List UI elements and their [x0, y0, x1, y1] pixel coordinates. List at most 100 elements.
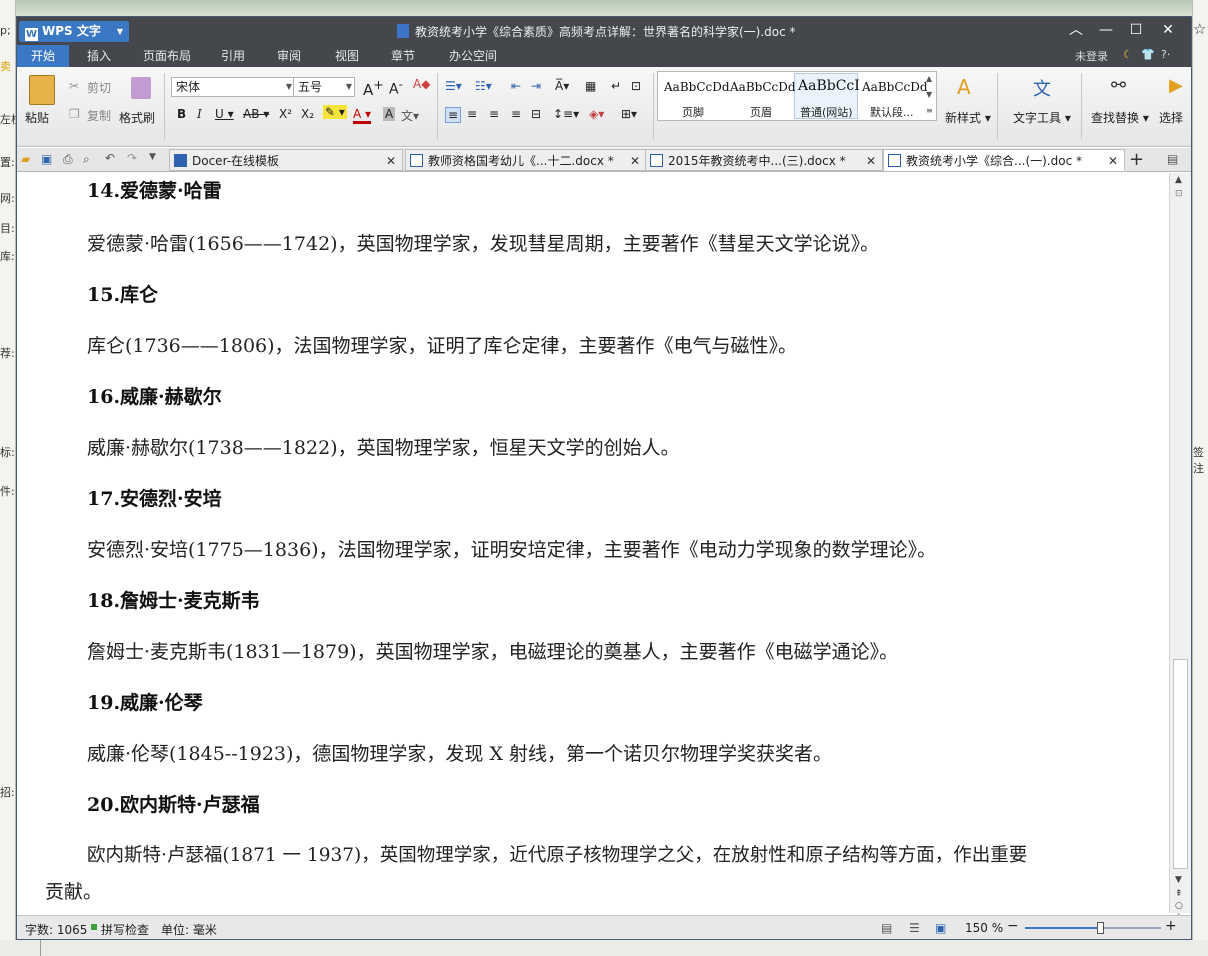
underline-icon[interactable]: U ▾	[215, 107, 234, 121]
tab-review[interactable]: 审阅	[269, 45, 309, 67]
close-tab-icon[interactable]: ✕	[386, 150, 396, 170]
save-icon[interactable]: ▣	[41, 152, 52, 166]
open-folder-icon[interactable]: ▰	[21, 152, 30, 166]
show-marks-icon[interactable]: ⊡	[631, 79, 641, 93]
text-effect-icon[interactable]: 文▾	[401, 107, 419, 124]
new-style-button[interactable]: 新样式 ▾	[945, 109, 991, 126]
browse-object-icon[interactable]: ○	[1175, 901, 1183, 911]
web-view-icon[interactable]: ▣	[935, 921, 946, 935]
tab-document-active[interactable]: 教资统考小学《综合...(一).doc * ✕	[883, 149, 1125, 171]
format-painter-icon[interactable]	[131, 77, 151, 99]
minimize-button[interactable]: —	[1091, 20, 1121, 40]
text-tools-button[interactable]: 文字工具 ▾	[1013, 109, 1071, 126]
decrease-indent-icon[interactable]: ⇤	[511, 79, 521, 93]
tab-page-layout[interactable]: 页面布局	[135, 45, 199, 67]
tab-references[interactable]: 引用	[213, 45, 253, 67]
login-link[interactable]: 未登录	[1075, 48, 1108, 64]
italic-icon[interactable]: I	[197, 107, 202, 121]
align-left-icon[interactable]: ≡	[445, 107, 462, 123]
align-right-icon[interactable]: ≡	[489, 107, 499, 121]
prev-page-icon[interactable]: ⇞	[1175, 889, 1183, 899]
new-tab-icon[interactable]: +	[1129, 149, 1144, 170]
gallery-down-icon[interactable]: ▼	[926, 90, 932, 99]
highlight-icon[interactable]: ✎ ▾	[323, 105, 347, 119]
paste-button[interactable]: 粘贴	[25, 109, 49, 126]
tab-insert[interactable]: 插入	[77, 45, 121, 67]
char-shading-icon[interactable]: A	[383, 107, 396, 121]
zoom-slider-knob[interactable]	[1096, 922, 1104, 934]
find-replace-button[interactable]: 查找替换 ▾	[1091, 109, 1149, 126]
tab-office-space[interactable]: 办公空间	[441, 45, 505, 67]
line-spacing-icon[interactable]: ↕≡▾	[553, 107, 579, 121]
style-name-default-para[interactable]: 默认段...	[870, 104, 914, 120]
copy-button[interactable]: 复制	[87, 107, 111, 124]
moon-icon[interactable]: ☾	[1123, 48, 1133, 61]
split-view-icon[interactable]: ⊡	[1175, 189, 1183, 199]
superscript-icon[interactable]: X²	[279, 107, 292, 121]
new-style-icon[interactable]: A	[957, 75, 971, 99]
close-tab-icon[interactable]: ✕	[866, 150, 876, 170]
unit-indicator[interactable]: 单位: 毫米	[161, 921, 217, 938]
maximize-button[interactable]: ☐	[1121, 20, 1151, 40]
tab-chapter[interactable]: 章节	[383, 45, 423, 67]
style-sample[interactable]: AaBbCcI	[798, 78, 860, 94]
shirt-icon[interactable]: 👕	[1141, 48, 1155, 61]
tab-document[interactable]: 教师资格国考幼儿《...十二.docx * ✕	[405, 149, 647, 171]
font-name-select[interactable]: 宋体 ▼	[171, 77, 295, 97]
style-name-header[interactable]: 页眉	[750, 104, 772, 120]
undo-icon[interactable]: ↶	[105, 151, 115, 165]
spell-check-toggle[interactable]: 拼写检查	[101, 921, 149, 938]
style-sample[interactable]: AaBbCcDd	[730, 80, 796, 94]
outline-view-icon[interactable]: ☰	[909, 921, 920, 935]
tab-home[interactable]: 开始	[17, 45, 69, 67]
numbered-list-icon[interactable]: ☷▾	[475, 79, 492, 93]
quick-access-more-icon[interactable]: ▼	[149, 152, 156, 162]
bullet-list-icon[interactable]: ☰▾	[445, 79, 462, 93]
style-sample[interactable]: AaBbCcDd	[664, 80, 730, 94]
close-tab-icon[interactable]: ✕	[630, 150, 640, 170]
close-button[interactable]: ✕	[1153, 20, 1183, 40]
grow-font-icon[interactable]: A+	[363, 77, 384, 99]
tab-list-icon[interactable]: ▤	[1167, 152, 1178, 166]
wps-app-menu-button[interactable]: W WPS 文字 ▼	[19, 21, 129, 42]
tab-view[interactable]: 视图	[327, 45, 367, 67]
format-painter-button[interactable]: 格式刷	[119, 109, 155, 126]
select-pointer-icon[interactable]: ▶	[1169, 75, 1183, 96]
gallery-up-icon[interactable]: ▲	[926, 74, 932, 83]
scroll-up-icon[interactable]: ▲	[1175, 175, 1182, 185]
text-tools-icon[interactable]: 文	[1033, 75, 1051, 101]
print-icon[interactable]: ⎙	[63, 152, 73, 167]
text-direction-icon[interactable]: A̅▾	[555, 79, 569, 93]
clear-format-icon[interactable]: A◆	[413, 77, 430, 91]
cut-button[interactable]: 剪切	[87, 79, 111, 96]
shading-icon[interactable]: ◈▾	[589, 107, 604, 121]
distribute-icon[interactable]: ⊟	[531, 107, 541, 121]
justify-icon[interactable]: ≡	[511, 107, 521, 121]
scroll-down-icon[interactable]: ▼	[1175, 875, 1182, 885]
select-button[interactable]: 选择	[1159, 109, 1189, 126]
tab-document[interactable]: 2015年教资统考中...(三).docx * ✕	[645, 149, 883, 171]
vertical-scrollbar[interactable]: ▲ ⊡ ▼ ⇞ ○ ⇟	[1169, 173, 1191, 923]
style-name-footer[interactable]: 页脚	[682, 104, 704, 120]
zoom-in-icon[interactable]: +	[1165, 918, 1177, 934]
line-break-icon[interactable]: ↵	[611, 79, 621, 93]
increase-indent-icon[interactable]: ⇥	[531, 79, 541, 93]
subscript-icon[interactable]: X₂	[301, 107, 314, 121]
zoom-out-icon[interactable]: −	[1007, 918, 1019, 934]
bold-icon[interactable]: B	[177, 107, 186, 121]
scrollbar-thumb[interactable]	[1173, 659, 1188, 869]
paste-icon[interactable]	[29, 75, 55, 105]
border-icon[interactable]: ⊞▾	[621, 107, 637, 121]
binoculars-icon[interactable]: ⚯	[1111, 75, 1126, 96]
collapse-ribbon-button[interactable]: ︿	[1061, 20, 1091, 40]
tab-docer-templates[interactable]: Docer-在线模板 ✕	[169, 149, 403, 171]
style-name-normal-web[interactable]: 普通(网站)	[800, 104, 853, 120]
close-tab-icon[interactable]: ✕	[1108, 150, 1118, 170]
shrink-font-icon[interactable]: A-	[389, 77, 403, 98]
redo-icon[interactable]: ↷	[127, 151, 137, 165]
word-count[interactable]: 字数: 1065	[25, 921, 87, 938]
table-grid-icon[interactable]: ▦	[585, 79, 596, 93]
help-icon[interactable]: ?·	[1161, 48, 1170, 61]
page-view-icon[interactable]: ▤	[881, 921, 892, 935]
print-preview-icon[interactable]: ⌕	[83, 152, 90, 167]
